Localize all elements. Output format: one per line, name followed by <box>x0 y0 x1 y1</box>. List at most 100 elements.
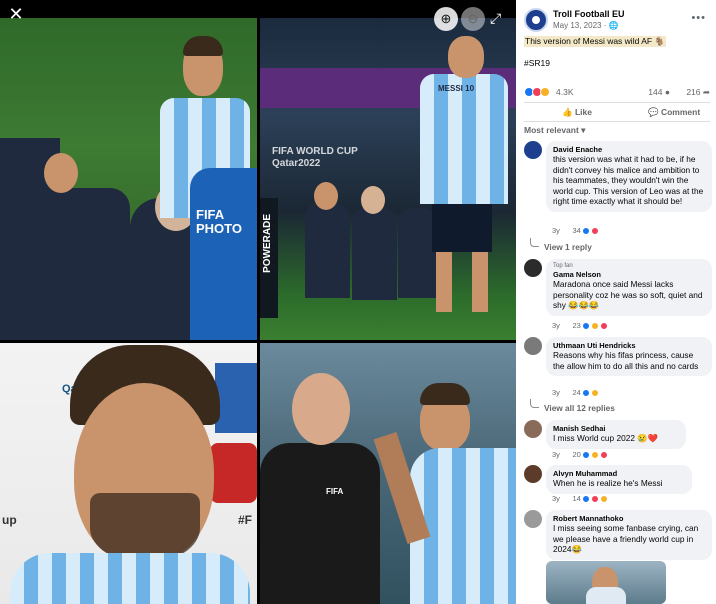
comment-sort-dropdown[interactable]: Most relevant ▾ <box>524 125 585 136</box>
comment-button-label: Comment <box>660 107 701 117</box>
commenter-avatar[interactable] <box>524 420 542 438</box>
love-reaction-icon <box>590 227 599 236</box>
like-reaction-icon <box>581 389 590 398</box>
love-reaction-icon <box>599 451 608 460</box>
comment-text: I miss World cup 2022 😢❤️ <box>553 433 658 443</box>
comment-bubble: Uthmaan Uti Hendricks Reasons why his fi… <box>546 337 712 377</box>
comment-icon: 💬 <box>648 107 659 117</box>
zoom-out-icon[interactable]: ⊖ <box>461 7 485 31</box>
haha-reaction-icon <box>590 389 599 398</box>
commenter-name[interactable]: David Enache <box>553 145 705 154</box>
commenter-avatar[interactable] <box>524 337 542 355</box>
comment-meta: 3y 20 <box>552 450 608 460</box>
side-text-left: up <box>2 513 17 527</box>
like-reaction-icon <box>581 227 590 236</box>
reaction-count[interactable]: 4.3K <box>556 87 574 97</box>
comment-bubble: Alvyn Muhammad When he is realize he's M… <box>546 465 692 494</box>
like-button-label: Like <box>574 107 592 117</box>
share-count-value[interactable]: 216 <box>686 87 700 97</box>
post-hashtag[interactable]: #SR19 <box>524 58 550 68</box>
messi-referee-photo: FIFA <box>260 343 516 604</box>
comment-age: 3y <box>552 388 560 397</box>
page-name[interactable]: Troll Football EU <box>553 9 625 19</box>
comment-bubble: Robert Mannathoko I miss seeing some fan… <box>546 510 712 560</box>
action-bar: 👍 Like 💬 Comment <box>524 102 710 122</box>
post-header: Troll Football EU May 13, 2023 · 🌐 ••• <box>524 8 714 34</box>
love-reaction-icon <box>599 322 608 331</box>
view-replies-link[interactable]: View 1 reply <box>530 238 592 252</box>
side-text: #F <box>238 513 253 527</box>
comment-meta: 3y 24 <box>552 388 599 398</box>
commenter-name[interactable]: Robert Mannathoko <box>553 514 705 523</box>
view-replies-text[interactable]: View all 12 replies <box>544 403 615 413</box>
sort-label: Most relevant <box>524 125 579 135</box>
globe-icon: 🌐 <box>608 21 619 30</box>
comment-image-attachment[interactable] <box>546 561 666 604</box>
commenter-name[interactable]: Uthmaan Uti Hendricks <box>553 341 705 350</box>
more-options-icon[interactable]: ••• <box>691 12 706 24</box>
comment-age: 3y <box>552 450 560 459</box>
like-reaction-icon <box>581 322 590 331</box>
reactions-summary[interactable]: 4.3K 144 ● 216 ➦ <box>524 86 710 100</box>
commenter-avatar[interactable] <box>524 259 542 277</box>
comment-reaction-count[interactable]: 24 <box>572 388 580 397</box>
world-cup-board-text: FIFA WORLD CUP Qatar2022 <box>272 146 358 169</box>
referee-badge-text: FIFA <box>326 487 344 496</box>
close-icon[interactable]: ✕ <box>6 4 26 24</box>
haha-reaction-icon <box>599 495 608 504</box>
comment-reaction-count[interactable]: 34 <box>572 226 580 235</box>
comment-meta: 3y 23 <box>552 321 608 331</box>
comment-age: 3y <box>552 494 560 503</box>
view-replies-link[interactable]: View all 12 replies <box>530 399 615 413</box>
commenter-name[interactable]: Alvyn Muhammad <box>553 469 685 478</box>
comment-meta: 3y 34 <box>552 226 599 236</box>
post-panel: Troll Football EU May 13, 2023 · 🌐 ••• T… <box>516 0 716 604</box>
comment-count-value[interactable]: 144 <box>648 87 662 97</box>
comment-button[interactable]: 💬 Comment <box>648 107 700 118</box>
messi-confrontation-photo: FIFA PHOTO <box>0 18 257 340</box>
comment-count[interactable]: 144 ● <box>648 87 670 97</box>
photo-viewer: ✕ ⊕ ⊖ ⤢ FIFA PHOTO FIFA WORLD CUP Qatar2… <box>0 0 516 604</box>
comment-bubble: David Enache this version was what it ha… <box>546 141 712 212</box>
comment-reaction-count[interactable]: 14 <box>572 494 580 503</box>
commenter-avatar[interactable] <box>524 141 542 159</box>
thumbs-up-icon: 👍 <box>562 107 573 117</box>
like-reaction-icon <box>581 495 590 504</box>
comment-text: I miss seeing some fanbase crying, can w… <box>553 523 699 555</box>
jersey-text: MESSI 10 <box>438 84 475 93</box>
commenter-avatar[interactable] <box>524 465 542 483</box>
comment-text: this version was what it had to be, if h… <box>553 154 704 207</box>
comment-age: 3y <box>552 321 560 330</box>
share-count[interactable]: 216 ➦ <box>686 87 710 98</box>
haha-reaction-icon <box>590 322 599 331</box>
comment-reaction-count[interactable]: 23 <box>572 321 580 330</box>
commenter-name[interactable]: Manish Sedhai <box>553 424 679 433</box>
photo-overlay-text: FIFA PHOTO <box>196 207 242 236</box>
haha-reaction-icon <box>590 451 599 460</box>
top-fan-badge: Top fan <box>553 263 573 269</box>
share-arrow-icon: ➦ <box>702 87 710 97</box>
reaction-icons <box>524 86 550 97</box>
messi-ear-celebration-photo: FIFA WORLD CUP Qatar2022 POWERADE MESSI … <box>260 18 516 340</box>
love-reaction-icon <box>590 495 599 504</box>
chevron-down-icon: ▾ <box>581 125 586 135</box>
comment-bubble-icon: ● <box>664 87 670 97</box>
like-reaction-icon <box>581 451 590 460</box>
comment-reaction-count[interactable]: 20 <box>572 450 580 459</box>
page-avatar[interactable] <box>524 8 548 32</box>
post-caption: This version of Messi was wild AF 🐐 <box>524 36 667 47</box>
powerade-text: POWERADE <box>262 214 273 273</box>
comment-bubble: Top fan Gama Nelson Maradona once said M… <box>546 259 712 316</box>
commenter-avatar[interactable] <box>524 510 542 528</box>
post-date-text[interactable]: May 13, 2023 · <box>553 21 609 30</box>
comment-text: Reasons why his fifas princess, cause th… <box>553 350 699 371</box>
messi-interview-photo: Qatar #F up <box>0 343 257 604</box>
post-date[interactable]: May 13, 2023 · 🌐 <box>553 21 619 30</box>
view-replies-text[interactable]: View 1 reply <box>544 242 592 252</box>
commenter-name[interactable]: Gama Nelson <box>553 270 705 279</box>
comment-text: When he is realize he's Messi <box>553 478 663 488</box>
like-button[interactable]: 👍 Like <box>562 107 592 118</box>
comment-age: 3y <box>552 226 560 235</box>
expand-icon[interactable]: ⤢ <box>490 10 501 27</box>
zoom-in-icon[interactable]: ⊕ <box>434 7 458 31</box>
